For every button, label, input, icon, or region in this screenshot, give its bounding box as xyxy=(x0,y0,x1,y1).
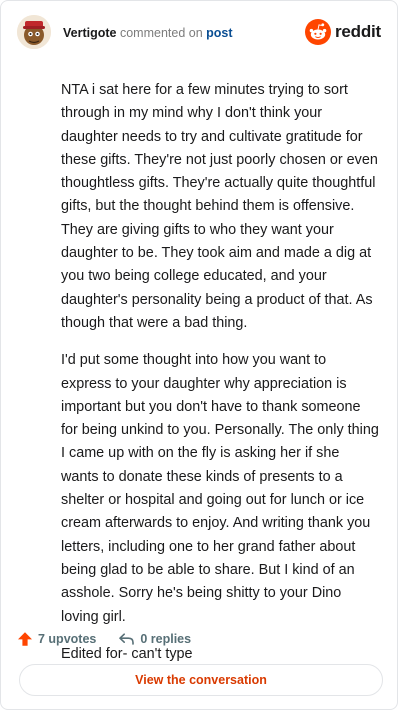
view-conversation-button[interactable]: View the conversation xyxy=(19,664,383,696)
reply-arrow-icon xyxy=(119,633,135,645)
comment-header: Vertigote commented on post reddit xyxy=(17,15,381,51)
upvote-arrow-icon xyxy=(18,632,32,646)
upvote-count: 7 upvotes xyxy=(38,632,97,646)
reddit-snoo-icon xyxy=(304,19,331,45)
comment-paragraph: I'd put some thought into how you want t… xyxy=(61,352,379,625)
user-avatar[interactable] xyxy=(17,15,51,49)
comment-actions: 7 upvotes 0 replies xyxy=(17,629,213,649)
reddit-wordmark: reddit xyxy=(334,22,381,41)
comment-body: NTA i sat here for a few minutes trying … xyxy=(61,79,379,680)
comment-card: Vertigote commented on post reddit NTA i… xyxy=(0,0,398,710)
post-link[interactable]: post xyxy=(206,26,232,40)
username-link[interactable]: Vertigote xyxy=(63,26,117,40)
comment-attribution: Vertigote commented on post xyxy=(63,26,233,40)
reply-count: 0 replies xyxy=(140,632,192,646)
attribution-text: commented on xyxy=(119,26,203,40)
upvote-button[interactable]: 7 upvotes xyxy=(17,631,96,647)
reply-button[interactable]: 0 replies xyxy=(118,631,191,647)
avatar-image xyxy=(17,15,51,49)
reddit-logo[interactable]: reddit xyxy=(304,19,381,45)
comment-paragraph: NTA i sat here for a few minutes trying … xyxy=(61,82,378,331)
